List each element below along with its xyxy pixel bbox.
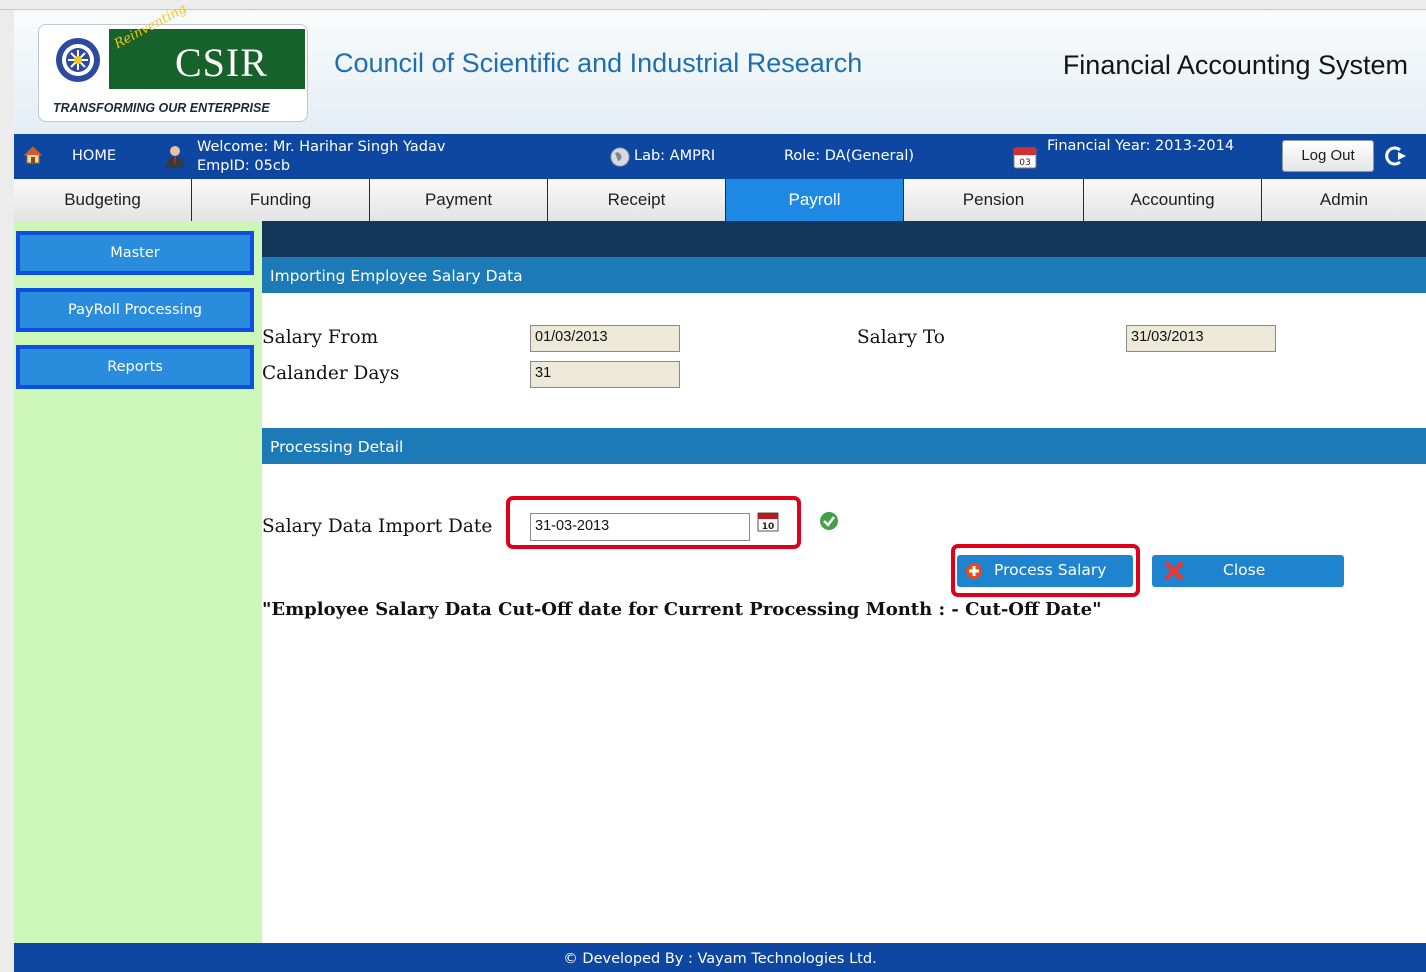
calendar-days-label: Calander Days [262, 363, 400, 384]
tab-payment[interactable]: Payment [370, 179, 548, 221]
browser-top-edge [0, 0, 1426, 10]
check-icon [820, 512, 838, 530]
tab-receipt[interactable]: Receipt [548, 179, 726, 221]
tab-pension[interactable]: Pension [904, 179, 1084, 221]
tab-accounting[interactable]: Accounting [1084, 179, 1262, 221]
import-date-label: Salary Data Import Date [262, 516, 493, 537]
salary-from-label: Salary From [262, 327, 379, 348]
processing-section-header: Processing Detail [262, 428, 1426, 464]
csir-logo[interactable]: Reinventing CSIR TRANSFORMING OUR ENTERP… [38, 1, 308, 122]
logo-csir-text: CSIR [175, 40, 268, 85]
app-window: Reinventing CSIR TRANSFORMING OUR ENTERP… [0, 0, 1426, 972]
process-salary-label: Process Salary [994, 561, 1107, 579]
date-picker-icon[interactable]: 10 [757, 510, 779, 532]
process-salary-button[interactable]: Process Salary [957, 555, 1133, 587]
home-icon[interactable] [24, 146, 42, 164]
browser-left-edge [0, 10, 14, 972]
tab-payroll[interactable]: Payroll [726, 179, 904, 221]
logout-icon[interactable] [1384, 144, 1408, 168]
financial-year-label: Financial Year: 2013-2014 [1047, 138, 1235, 154]
salary-from-field: 01/03/2013 [530, 325, 680, 352]
welcome-name: Welcome: Mr. Harihar Singh Yadav [197, 139, 446, 155]
organization-name: Council of Scientific and Industrial Res… [334, 48, 863, 78]
csir-emblem-icon [56, 38, 100, 82]
tab-funding[interactable]: Funding [192, 179, 370, 221]
close-label: Close [1223, 561, 1266, 579]
import-date-input[interactable]: 31-03-2013 [530, 513, 750, 541]
logout-button[interactable]: Log Out [1282, 140, 1374, 172]
import-section-header: Importing Employee Salary Data [262, 257, 1426, 293]
content-top-band [262, 221, 1426, 257]
lab-label: Lab: AMPRI [634, 148, 716, 164]
user-info-bar: HOME Welcome: Mr. Harihar Singh Yadav Em… [14, 134, 1426, 179]
main-tabs: Budgeting Funding Payment Receipt Payrol… [14, 179, 1426, 221]
date-picker-day: 10 [762, 522, 775, 532]
calendar-icon-day: 03 [1019, 158, 1030, 168]
calendar-days-field: 31 [530, 361, 680, 388]
sidebar-item-master[interactable]: Master [16, 231, 254, 275]
page-footer: © Developed By : Vayam Technologies Ltd. [14, 943, 1426, 972]
logo-green-panel: Reinventing CSIR [109, 1, 305, 89]
role-label: Role: DA(General) [784, 148, 915, 164]
user-avatar-icon [166, 146, 184, 168]
cutoff-date-note: "Employee Salary Data Cut-Off date for C… [262, 599, 1102, 620]
employee-id: EmpID: 05cb [197, 158, 291, 174]
home-link[interactable]: HOME [72, 148, 116, 164]
calendar-icon: 03 [1013, 147, 1037, 169]
globe-icon [610, 147, 630, 167]
welcome-text: Welcome: Mr. Harihar Singh Yadav EmpID: … [197, 138, 445, 176]
logo-tagline: TRANSFORMING OUR ENTERPRISE [53, 101, 270, 115]
system-name: Financial Accounting System [1062, 50, 1408, 80]
tab-budgeting[interactable]: Budgeting [14, 179, 192, 221]
sidebar: Master PayRoll Processing Reports [14, 221, 262, 943]
main-content: Importing Employee Salary Data Salary Fr… [262, 221, 1426, 943]
sidebar-item-payroll-processing[interactable]: PayRoll Processing [16, 288, 254, 332]
tab-admin[interactable]: Admin [1262, 179, 1426, 221]
salary-to-label: Salary To [857, 327, 945, 348]
sidebar-item-reports[interactable]: Reports [16, 345, 254, 389]
add-circle-icon [966, 563, 982, 579]
page-header: Reinventing CSIR TRANSFORMING OUR ENTERP… [14, 1, 1426, 134]
close-icon [1164, 561, 1184, 581]
close-button[interactable]: Close [1152, 555, 1344, 587]
salary-to-field: 31/03/2013 [1126, 325, 1276, 352]
